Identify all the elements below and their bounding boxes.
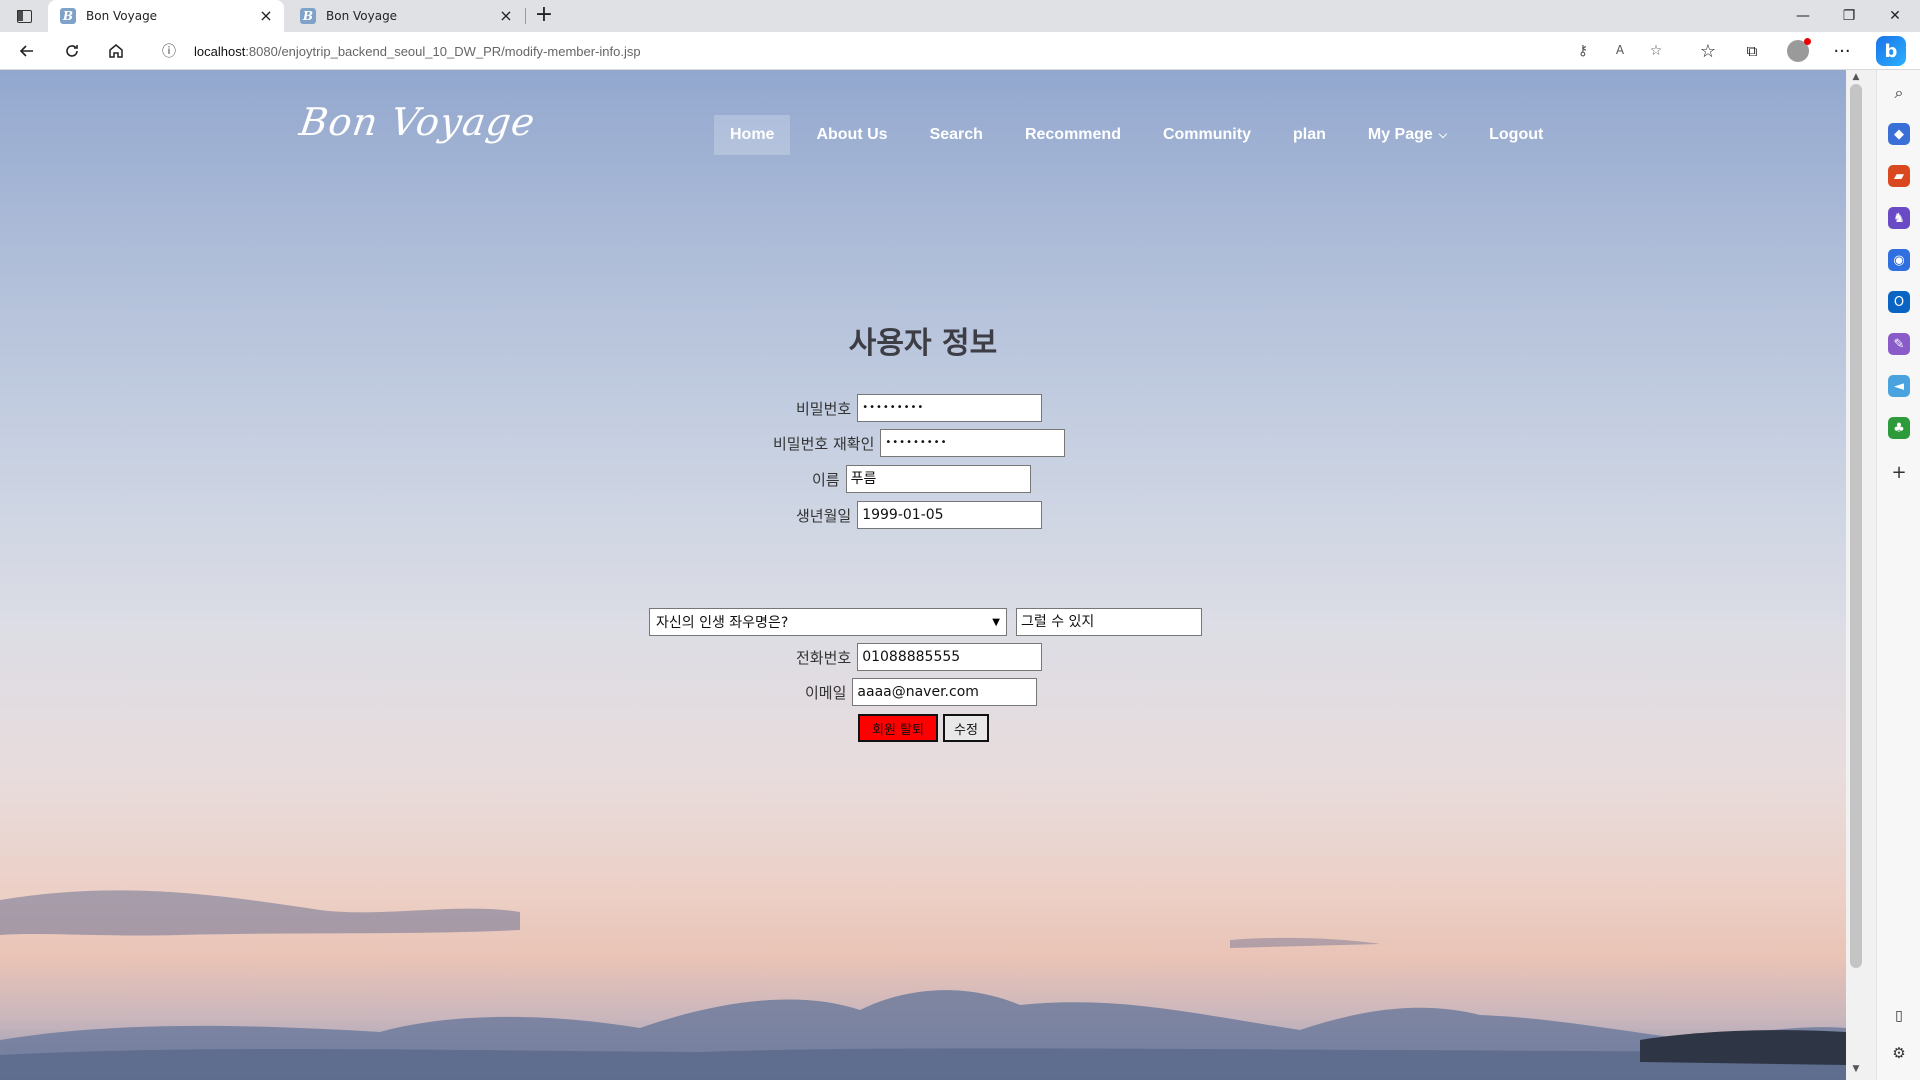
- tools-icon[interactable]: ▰: [1888, 165, 1910, 187]
- phone-row: 전화번호 01088885555: [796, 643, 1043, 671]
- close-tab-icon[interactable]: ×: [258, 8, 274, 24]
- read-aloud-icon[interactable]: A: [1611, 43, 1629, 61]
- tab-separator: [525, 8, 526, 24]
- site-info-icon[interactable]: ⓘ: [154, 41, 184, 61]
- tree-icon[interactable]: ♣: [1888, 417, 1910, 439]
- tab-bon-voyage[interactable]: B Bon Voyage ×: [288, 0, 524, 32]
- settings-more-button[interactable]: ···: [1826, 37, 1858, 65]
- sidebar-settings-gear-icon[interactable]: ⚙: [1888, 1042, 1910, 1064]
- page-title: 사용자 정보: [848, 326, 998, 361]
- add-sidebar-app-icon[interactable]: +: [1888, 461, 1910, 483]
- site-logo[interactable]: Bon Voyage: [297, 100, 538, 144]
- nav-home[interactable]: Home: [714, 115, 791, 155]
- birth-input[interactable]: 1999-01-05: [857, 501, 1043, 529]
- phone-label: 전화번호: [796, 648, 852, 667]
- password-input[interactable]: •••••••••: [857, 394, 1043, 422]
- password-label: 비밀번호: [796, 399, 852, 418]
- security-answer-input[interactable]: 그럴 수 있지: [1016, 608, 1202, 636]
- nav-logout[interactable]: Logout: [1473, 115, 1559, 155]
- address-bar[interactable]: ⓘ localhost:8080/enjoytrip_backend_seoul…: [146, 36, 1676, 66]
- designer-icon[interactable]: ✎: [1888, 333, 1910, 355]
- birth-label: 생년월일: [796, 506, 852, 525]
- email-input[interactable]: aaaa@naver.com: [852, 678, 1038, 706]
- collections-icon: ⧉: [1746, 42, 1758, 60]
- avatar: [1787, 38, 1811, 62]
- back-button[interactable]: [11, 37, 43, 65]
- home-button[interactable]: [100, 37, 132, 65]
- nav-search[interactable]: Search: [914, 115, 999, 155]
- restore-button[interactable]: ❐: [1826, 0, 1872, 32]
- add-favorite-icon[interactable]: ☆: [1647, 43, 1665, 61]
- close-tab-icon[interactable]: ×: [498, 8, 514, 24]
- games-icon[interactable]: ♞: [1888, 207, 1910, 229]
- password-confirm-label: 비밀번호 재확인: [773, 434, 875, 453]
- nav-my-page-label: My Page: [1367, 126, 1433, 143]
- password-confirm-row: 비밀번호 재확인 •••••••••: [773, 429, 1066, 457]
- outlook-icon[interactable]: O: [1888, 291, 1910, 313]
- key-icon[interactable]: ⚷: [1574, 43, 1592, 61]
- nav-about-us[interactable]: About Us: [800, 115, 903, 155]
- favicon-icon: B: [300, 8, 316, 24]
- nav-community[interactable]: Community: [1147, 115, 1267, 155]
- nav-my-page[interactable]: My Page ⌵: [1352, 115, 1463, 155]
- password-row: 비밀번호 •••••••••: [796, 394, 1043, 422]
- page-viewport: Bon Voyage Home About Us Search Recommen…: [0, 70, 1846, 1080]
- tab-title: Bon Voyage: [86, 9, 158, 23]
- favorites-button[interactable]: ☆: [1692, 37, 1724, 65]
- phone-input[interactable]: 01088885555: [857, 643, 1043, 671]
- minimize-button[interactable]: —: [1780, 0, 1826, 32]
- tab-strip: B Bon Voyage × B Bon Voyage × + — ❐ ✕: [0, 0, 1920, 32]
- scroll-up-icon[interactable]: ▲: [1850, 72, 1862, 84]
- security-question-value: 자신의 인생 좌우명은?: [656, 615, 789, 631]
- main-nav: Home About Us Search Recommend Community…: [714, 115, 1569, 155]
- scrollbar-thumb[interactable]: [1850, 84, 1862, 968]
- password-confirm-input[interactable]: •••••••••: [880, 429, 1066, 457]
- close-window-button[interactable]: ✕: [1872, 0, 1918, 32]
- microsoft365-icon[interactable]: ◉: [1888, 249, 1910, 271]
- tab-actions-icon[interactable]: [12, 6, 36, 26]
- modify-button[interactable]: 수정: [943, 714, 989, 742]
- back-arrow-icon: [19, 45, 33, 57]
- withdraw-button[interactable]: 회원 탈퇴: [858, 714, 938, 742]
- name-input[interactable]: 푸름: [845, 465, 1031, 493]
- shopping-tag-icon[interactable]: ◆: [1888, 123, 1910, 145]
- refresh-button[interactable]: [56, 37, 88, 65]
- tab-title: Bon Voyage: [326, 9, 398, 23]
- email-row: 이메일 aaaa@naver.com: [805, 678, 1038, 706]
- favorites-icon: ☆: [1699, 40, 1717, 62]
- browser-toolbar: ⓘ localhost:8080/enjoytrip_backend_seoul…: [0, 32, 1920, 70]
- email-label: 이메일: [805, 683, 847, 702]
- notification-dot-icon: [1804, 38, 1811, 45]
- tab-bon-voyage-active[interactable]: B Bon Voyage ×: [48, 0, 284, 32]
- nav-plan[interactable]: plan: [1277, 115, 1342, 155]
- edge-sidebar: ⌕ ◆ ▰ ♞ ◉ O ✎ ◄ ♣ + ▯ ⚙: [1876, 70, 1920, 1080]
- security-question-select[interactable]: 자신의 인생 좌우명은? ▼: [649, 608, 1007, 636]
- refresh-icon: [66, 45, 78, 57]
- collections-button[interactable]: ⧉: [1736, 37, 1768, 65]
- name-label: 이름: [812, 470, 840, 489]
- search-icon[interactable]: ⌕: [1888, 82, 1910, 104]
- url-text: localhost:8080/enjoytrip_backend_seoul_1…: [194, 43, 641, 59]
- favicon-icon: B: [60, 8, 76, 24]
- new-tab-button[interactable]: +: [532, 4, 556, 28]
- name-row: 이름 푸름: [812, 465, 1031, 493]
- drop-icon[interactable]: ◄: [1888, 375, 1910, 397]
- form-actions: 회원 탈퇴 수정: [858, 714, 989, 742]
- nav-recommend[interactable]: Recommend: [1009, 115, 1137, 155]
- sidebar-layout-icon[interactable]: ▯: [1888, 1005, 1910, 1027]
- copilot-button[interactable]: b: [1876, 36, 1906, 66]
- mountain-landscape: [0, 890, 1846, 1080]
- more-icon: ···: [1833, 40, 1851, 62]
- home-icon: [109, 44, 123, 58]
- chevron-down-icon: ⌵: [1438, 128, 1448, 141]
- scroll-down-icon[interactable]: ▼: [1850, 1064, 1862, 1076]
- profile-button[interactable]: [1782, 37, 1814, 65]
- birth-row: 생년월일 1999-01-05: [796, 501, 1043, 529]
- chevron-down-icon: ▼: [992, 616, 1000, 628]
